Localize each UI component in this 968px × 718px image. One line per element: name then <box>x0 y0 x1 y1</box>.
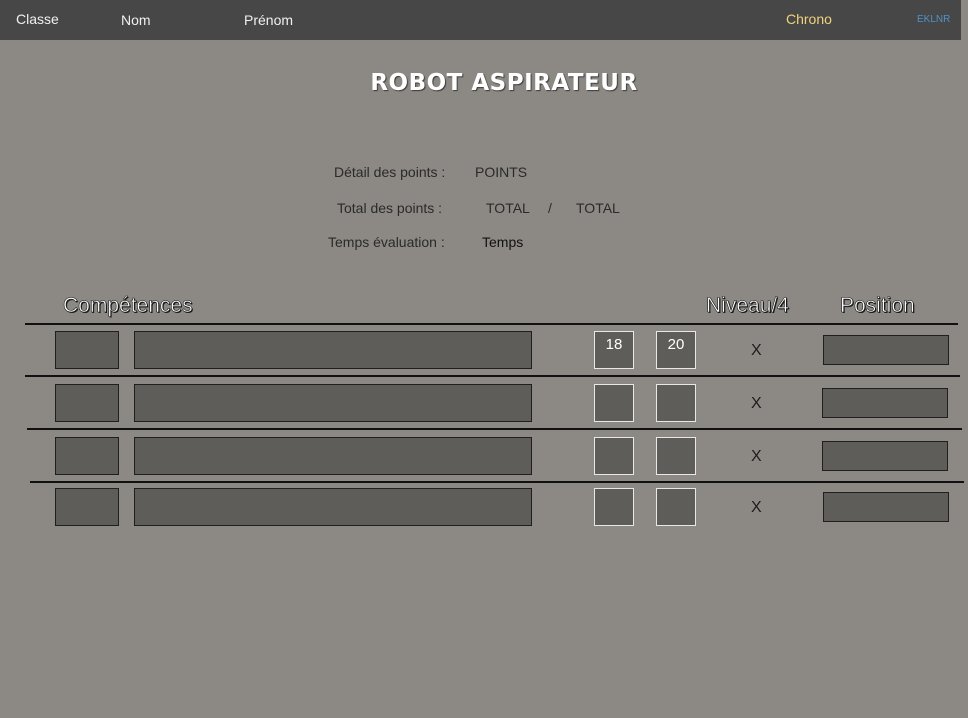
competence-code-box[interactable] <box>55 488 119 526</box>
competences-header: Compétences <box>63 294 193 318</box>
row-divider <box>25 375 960 377</box>
position-header: Position <box>840 294 915 318</box>
niveau-mark[interactable]: X <box>751 395 762 413</box>
score-max-box[interactable] <box>656 488 696 526</box>
row-divider <box>25 323 958 325</box>
temps-evaluation-label: Temps évaluation : <box>328 234 445 250</box>
competence-description-box[interactable] <box>134 437 532 475</box>
score-max-box[interactable] <box>656 384 696 422</box>
score-max-box[interactable]: 20 <box>656 331 696 369</box>
total-separator: / <box>548 200 552 216</box>
competence-description-box[interactable] <box>134 384 532 422</box>
competence-description-box[interactable] <box>134 488 532 526</box>
score-box[interactable] <box>594 384 634 422</box>
score-box[interactable] <box>594 488 634 526</box>
niveau-mark[interactable]: X <box>751 499 762 517</box>
niveau-header: Niveau/4 <box>706 294 789 318</box>
temps-evaluation-value: Temps <box>482 234 524 250</box>
position-box[interactable] <box>822 388 948 418</box>
niveau-mark[interactable]: X <box>751 448 762 466</box>
competence-description-box[interactable] <box>134 331 532 369</box>
code-label: EKLNR <box>917 14 951 25</box>
chrono-label[interactable]: Chrono <box>786 11 832 27</box>
niveau-mark[interactable]: X <box>751 342 762 360</box>
competence-code-box[interactable] <box>55 384 119 422</box>
prenom-label[interactable]: Prénom <box>244 12 293 28</box>
total-points-value: TOTAL <box>486 200 530 216</box>
total-points-max: TOTAL <box>576 200 620 216</box>
detail-points-value: POINTS <box>475 164 528 180</box>
score-box[interactable]: 18 <box>594 331 634 369</box>
competence-code-box[interactable] <box>55 437 119 475</box>
score-max-box[interactable] <box>656 437 696 475</box>
detail-points-label: Détail des points : <box>334 164 446 180</box>
nom-label[interactable]: Nom <box>121 12 151 28</box>
score-box[interactable] <box>594 437 634 475</box>
row-divider <box>30 481 964 483</box>
competence-code-box[interactable] <box>55 331 119 369</box>
position-box[interactable] <box>823 335 949 365</box>
page-title: ROBOT ASPIRATEUR <box>370 70 638 96</box>
row-divider <box>27 428 962 430</box>
total-points-label: Total des points : <box>337 200 443 216</box>
top-bar: Classe Nom Prénom Chrono EKLNR <box>0 0 961 40</box>
classe-label[interactable]: Classe <box>16 11 59 27</box>
position-box[interactable] <box>823 492 949 522</box>
position-box[interactable] <box>822 441 948 471</box>
